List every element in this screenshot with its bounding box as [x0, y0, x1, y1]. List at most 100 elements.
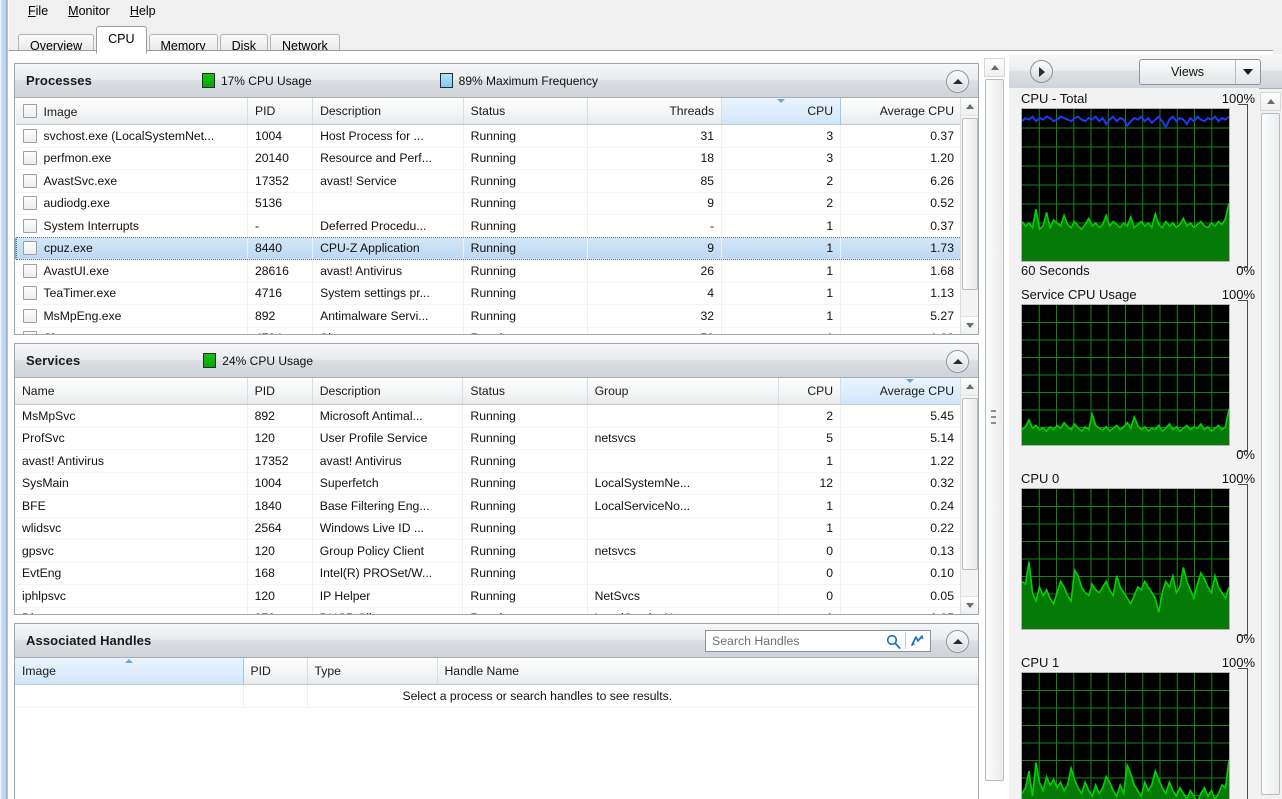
processes-scrollbar[interactable] — [960, 98, 978, 334]
handles-col-pid[interactable]: PID — [243, 658, 308, 685]
processes-scroll-thumb[interactable] — [962, 118, 978, 290]
handles-header-row: Image PID Type Handle Name — [15, 658, 978, 685]
handles-col-type[interactable]: Type — [307, 658, 438, 685]
views-dropdown-button[interactable]: Views — [1139, 59, 1261, 85]
table-row[interactable]: iphlpsvc 120 IP Helper Running NetSvcs 0 0.05 — [15, 584, 978, 608]
service-pid-cell: 120 — [247, 427, 313, 450]
table-row[interactable]: perfmon.exe 20140 Resource and Perf... Runn… — [15, 147, 978, 170]
processes-col-pid[interactable]: PID — [247, 98, 314, 125]
table-row[interactable]: SysMain 1004 Superfetch Running LocalSystemN… — [15, 472, 978, 495]
table-row[interactable]: System Interrupts - Deferred Procedu... Run… — [15, 214, 978, 238]
table-row[interactable]: MsMpSvc 892 Microsoft Antimal... Running 2 5.… — [15, 404, 978, 428]
services-collapse-button[interactable] — [946, 350, 969, 373]
graphs-scroll-up-button[interactable] — [1260, 92, 1281, 111]
chevron-up-icon — [952, 359, 963, 364]
table-row[interactable]: svchost.exe (LocalSystemNet... 1004 Host P… — [15, 124, 978, 148]
table-row[interactable]: cpuz.exe 8440 CPU-Z Application Running 9 1 1.… — [15, 237, 978, 260]
table-row[interactable]: AvastUI.exe 28616 avast! Antivirus Running 2… — [15, 259, 978, 283]
processes-col-cpu[interactable]: CPU — [721, 98, 842, 125]
scroll-thumb-grip-icon — [991, 410, 996, 424]
processes-scroll-up-button[interactable] — [961, 98, 978, 116]
services-scroll-up-button[interactable] — [961, 378, 978, 396]
services-cpu-usage-label: 24% CPU Usage — [222, 353, 314, 368]
table-row[interactable]: gpsvc 120 Group Policy Client Running netsvc… — [15, 539, 978, 563]
services-scrollbar[interactable] — [960, 378, 978, 614]
services-col-group[interactable]: Group — [587, 378, 779, 405]
service-description-cell: Windows Live ID ... — [312, 517, 464, 540]
magnifier-icon[interactable] — [881, 634, 905, 649]
row-checkbox[interactable] — [22, 173, 37, 188]
services-col-name[interactable]: Name — [15, 378, 248, 405]
service-name-cell: iphlpsvc — [15, 584, 248, 608]
process-pid-cell: 17352 — [247, 169, 314, 193]
row-checkbox[interactable] — [22, 263, 37, 278]
row-checkbox[interactable] — [23, 241, 37, 256]
graphs-scrollbar[interactable] — [1259, 88, 1282, 799]
search-handles-box[interactable] — [705, 630, 931, 652]
menu-item-file[interactable]: FFileile — [18, 1, 58, 21]
graphs-scroll-thumb[interactable] — [1261, 113, 1280, 795]
services-col-status[interactable]: Status — [462, 378, 588, 405]
chevron-down-icon[interactable] — [1235, 60, 1260, 84]
row-checkbox[interactable] — [22, 151, 37, 166]
table-row[interactable]: MsMpEng.exe 892 Antimalware Servi... Runnin… — [15, 304, 978, 328]
processes-col-image[interactable]: Image — [15, 98, 248, 125]
service-average-cpu-cell: 5.14 — [840, 427, 978, 450]
process-image-cell: AvastSvc.exe — [15, 169, 248, 193]
table-row[interactable]: EvtEng 168 Intel(R) PROSet/W... Running 0 0.1… — [15, 562, 978, 585]
processes-col-threads[interactable]: Threads — [587, 98, 723, 125]
services-col-pid[interactable]: PID — [247, 378, 313, 405]
main-scroll-up-button[interactable] — [984, 58, 1005, 77]
processes-col-average-cpu[interactable]: Average CPU — [840, 98, 978, 125]
row-checkbox[interactable] — [22, 286, 37, 301]
row-checkbox[interactable] — [22, 218, 37, 233]
process-status-cell: Running — [463, 192, 588, 215]
select-all-checkbox[interactable] — [22, 103, 37, 118]
processes-col-description[interactable]: Description — [312, 98, 464, 125]
table-row[interactable]: wlidsvc 2564 Windows Live ID ... Running 1 0.… — [15, 517, 978, 540]
handles-col-image[interactable]: Image — [15, 658, 244, 685]
main-scrollbar[interactable] — [984, 54, 1007, 799]
table-row[interactable]: Dhcp972DHCP ClientRunningLocalServiceNe.… — [15, 607, 978, 614]
refresh-icon[interactable] — [906, 634, 930, 649]
service-cpu-cell: 1 — [778, 494, 842, 518]
row-checkbox[interactable] — [22, 308, 37, 323]
process-description-cell: Host Process for ... — [312, 124, 464, 148]
row-checkbox[interactable] — [22, 128, 37, 143]
services-col-average-cpu[interactable]: Average CPU — [840, 378, 978, 405]
services-rows: MsMpSvc 892 Microsoft Antimal... Running 2 5.… — [15, 404, 978, 614]
table-row[interactable]: avast! Antivirus 17352 avast! Antivirus Run… — [15, 449, 978, 473]
process-description-cell: Deferred Procedu... — [312, 214, 464, 238]
table-row[interactable]: ProfSvc 120 User Profile Service Running net… — [15, 427, 978, 450]
search-handles-input[interactable] — [706, 631, 881, 651]
menu-item-monitor[interactable]: Monitor — [58, 1, 120, 21]
process-pid-cell: 892 — [247, 304, 314, 328]
tab-cpu[interactable]: CPU — [96, 26, 147, 54]
table-row[interactable]: audiodg.exe 5136 Running 9 2 0.52 — [15, 192, 978, 215]
service-average-cpu-cell: 0.05 — [840, 607, 978, 614]
services-col-description[interactable]: Description — [312, 378, 464, 405]
service-pid-cell: 2564 — [247, 517, 313, 540]
menu-item-help[interactable]: Help — [120, 1, 166, 21]
row-checkbox[interactable] — [22, 331, 37, 334]
main-scroll-thumb[interactable] — [985, 79, 1004, 781]
table-row[interactable]: AvastSvc.exe 17352 avast! Service Running 85… — [15, 169, 978, 193]
services-col-cpu[interactable]: CPU — [778, 378, 842, 405]
processes-col-status[interactable]: Status — [463, 98, 588, 125]
triangle-up-icon — [965, 384, 974, 389]
processes-scroll-down-button[interactable] — [961, 316, 978, 334]
graphs-list: CPU - Total 100% 60 Seconds 0% Service C… — [1009, 88, 1259, 799]
table-row[interactable]: TeaTimer.exe 4716 System settings pr... Run… — [15, 282, 978, 305]
handles-collapse-button[interactable] — [946, 630, 969, 653]
process-average-cpu-cell: 1.20 — [840, 147, 978, 170]
handles-col-handle-name[interactable]: Handle Name — [437, 658, 978, 685]
services-scroll-down-button[interactable] — [961, 596, 978, 614]
table-row[interactable]: Skype.exe 4724SkypeRunning5011.02 — [15, 327, 978, 334]
expand-panel-button[interactable] — [1030, 60, 1053, 83]
table-row[interactable]: BFE 1840 Base Filtering Eng... Running Local… — [15, 494, 978, 518]
services-scroll-thumb[interactable] — [962, 398, 978, 570]
graph-canvas — [1021, 488, 1230, 630]
service-status-cell: Running — [462, 494, 588, 518]
processes-collapse-button[interactable] — [946, 70, 969, 93]
row-checkbox[interactable] — [22, 196, 37, 211]
